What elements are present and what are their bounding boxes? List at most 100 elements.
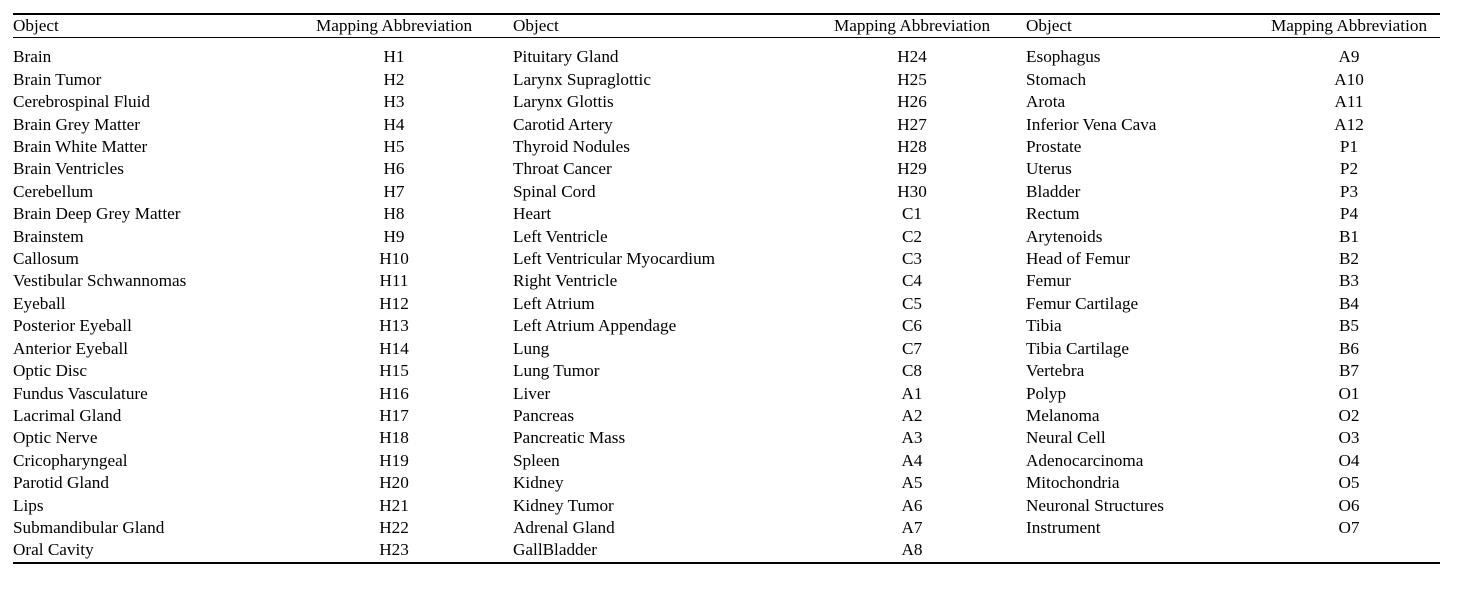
cell-object: Right Ventricle	[513, 271, 618, 291]
cell-object: Posterior Eyeball	[13, 316, 132, 336]
cell-abbreviation: A2	[901, 405, 923, 425]
cell-abbreviation: H11	[379, 271, 409, 291]
cell-object: Lung Tumor	[513, 361, 600, 381]
cell-object: Uterus	[1026, 159, 1072, 179]
cell-abbreviation: H29	[897, 159, 927, 179]
table-row: Eyeball H12 Left Atrium C5 Femur Cartilage B4	[13, 293, 1440, 315]
column-header-object-1: Object	[13, 16, 59, 35]
column-header-object-2: Object	[513, 16, 559, 35]
cell-abbreviation: C3	[901, 249, 923, 269]
cell-object: Cerebrospinal Fluid	[13, 92, 151, 112]
cell-object: Thyroid Nodules	[513, 137, 630, 157]
cell-object: Bladder	[1026, 181, 1081, 201]
cell-abbreviation: B7	[1338, 361, 1360, 381]
cell-abbreviation: H12	[379, 293, 409, 313]
cell-object: Adenocarcinoma	[1026, 450, 1144, 470]
table-row: Fundus Vasculature H16 Liver A1 Polyp O1	[13, 383, 1440, 405]
cell-object: Brain Deep Grey Matter	[13, 204, 181, 224]
table-row: Brain Deep Grey Matter H8 Heart C1 Rectum P4	[13, 203, 1440, 225]
cell-abbreviation: A9	[1338, 47, 1360, 67]
cell-object: Left Ventricular Myocardium	[513, 249, 716, 269]
cell-abbreviation: O2	[1338, 405, 1360, 425]
cell-object: Esophagus	[1026, 47, 1101, 67]
cell-abbreviation	[1258, 539, 1440, 561]
cell-abbreviation: H7	[383, 181, 405, 201]
cell-abbreviation: C5	[901, 293, 923, 313]
cell-abbreviation: B3	[1338, 271, 1360, 291]
cell-object: Oral Cavity	[13, 540, 94, 560]
cell-abbreviation: H25	[897, 69, 927, 89]
table-header: Object Mapping Abbreviation Object Mappi…	[13, 15, 1440, 37]
cell-object: Adrenal Gland	[513, 517, 615, 537]
cell-abbreviation: A4	[901, 450, 923, 470]
cell-object: Liver	[513, 383, 551, 403]
cell-object: Optic Nerve	[13, 428, 98, 448]
cell-object: Pancreatic Mass	[513, 428, 626, 448]
cell-object: Head of Femur	[1026, 249, 1131, 269]
cell-abbreviation: A8	[901, 540, 923, 560]
cell-object: Tibia Cartilage	[1026, 338, 1129, 358]
cell-object: Parotid Gland	[13, 473, 109, 493]
cell-abbreviation: A10	[1334, 69, 1364, 89]
cell-object: Tibia	[1026, 316, 1062, 336]
cell-object: Heart	[513, 204, 552, 224]
cell-abbreviation: O1	[1338, 383, 1360, 403]
cell-object	[1026, 539, 1258, 561]
table-row: Submandibular Gland H22 Adrenal Gland A7 Ins…	[13, 517, 1440, 539]
cell-object: Callosum	[13, 249, 79, 269]
object-abbreviation-mapping-body: Brain H1 Pituitary Gland H24 Esophagus A9 Brai…	[13, 38, 1440, 561]
cell-object: Arota	[1026, 92, 1066, 112]
table-row: Posterior Eyeball H13 Left Atrium Appendag…	[13, 315, 1440, 337]
table-bottom-rule	[13, 561, 1440, 564]
cell-abbreviation: C1	[901, 204, 923, 224]
table-body: Brain H1 Pituitary Gland H24 Esophagus A9 Brai…	[13, 38, 1440, 561]
cell-object: Optic Disc	[13, 361, 87, 381]
cell-object: Pancreas	[513, 405, 575, 425]
cell-abbreviation: A6	[901, 495, 923, 515]
header-row: Object Mapping Abbreviation Object Mappi…	[13, 15, 1440, 37]
cell-object: Instrument	[1026, 517, 1101, 537]
cell-abbreviation: H10	[379, 249, 409, 269]
cell-object: Spinal Cord	[513, 181, 596, 201]
cell-abbreviation: H21	[379, 495, 409, 515]
table-row: Cerebrospinal Fluid H3 Larynx Glottis H26 Ar…	[13, 91, 1440, 113]
table-row: Anterior Eyeball H14 Lung C7 Tibia Cartilage…	[13, 338, 1440, 360]
cell-abbreviation: H8	[383, 204, 405, 224]
table-row: Cricopharyngeal H19 Spleen A4 Adenocarcinoma…	[13, 450, 1440, 472]
cell-abbreviation: H15	[379, 361, 409, 381]
cell-abbreviation: H22	[379, 517, 409, 537]
cell-abbreviation: C2	[901, 226, 923, 246]
cell-abbreviation: P4	[1339, 204, 1359, 224]
cell-abbreviation: A1	[901, 383, 923, 403]
cell-object: Eyeball	[13, 293, 66, 313]
cell-abbreviation: H2	[383, 69, 405, 89]
cell-object: Carotid Artery	[513, 114, 613, 134]
column-header-abbreviation-3: Mapping Abbreviation	[1270, 16, 1428, 35]
cell-abbreviation: H20	[379, 473, 409, 493]
cell-object: Fundus Vasculature	[13, 383, 148, 403]
cell-abbreviation: H6	[383, 159, 405, 179]
cell-object: Femur	[1026, 271, 1071, 291]
table-row: Vestibular Schwannomas H11 Right Ventricle…	[13, 270, 1440, 292]
cell-object: Lips	[13, 495, 44, 515]
cell-abbreviation: A5	[901, 473, 923, 493]
cell-object: Melanoma	[1026, 405, 1100, 425]
cell-object: Neural Cell	[1026, 428, 1106, 448]
cell-object: Cerebellum	[13, 181, 94, 201]
table-row: Brain Tumor H2 Larynx Supraglottic H25 Stoma…	[13, 69, 1440, 91]
cell-abbreviation: B6	[1338, 338, 1360, 358]
cell-abbreviation: C8	[901, 361, 923, 381]
cell-object: Prostate	[1026, 137, 1082, 157]
column-header-abbreviation-1: Mapping Abbreviation	[315, 16, 473, 35]
table-row: Brain Ventricles H6 Throat Cancer H29 Uterus…	[13, 158, 1440, 180]
cell-object: Mitochondria	[1026, 473, 1120, 493]
cell-abbreviation: H16	[379, 383, 409, 403]
cell-object: Pituitary Gland	[513, 47, 619, 67]
table-row: Brainstem H9 Left Ventricle C2 Arytenoids B1	[13, 226, 1440, 248]
table-row: Brain Grey Matter H4 Carotid Artery H27 Infe…	[13, 114, 1440, 136]
cell-object: Anterior Eyeball	[13, 338, 129, 358]
column-header-object-3: Object	[1026, 16, 1072, 35]
cell-object: Larynx Supraglottic	[513, 69, 651, 89]
cell-abbreviation: H1	[383, 47, 405, 67]
cell-abbreviation: H13	[379, 316, 409, 336]
